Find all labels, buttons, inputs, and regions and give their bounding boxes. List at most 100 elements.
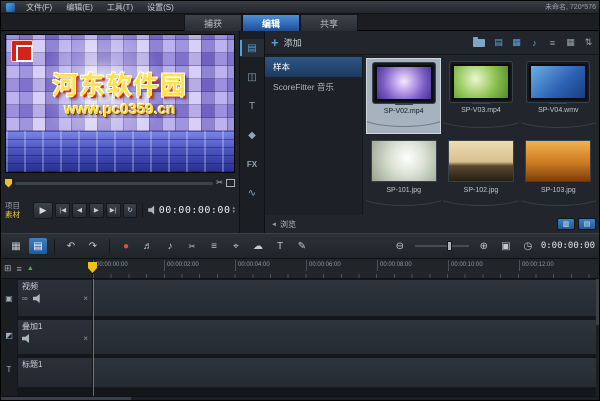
enlarge-preview-icon[interactable] bbox=[226, 179, 235, 187]
add-icon[interactable]: + bbox=[271, 36, 279, 49]
horizontal-scrollbar-thumb[interactable] bbox=[1, 397, 131, 400]
tab-capture[interactable]: 捕获 bbox=[184, 14, 242, 31]
fit-project-icon[interactable]: ▣ bbox=[497, 238, 515, 254]
stepper-down-icon[interactable]: ▾ bbox=[232, 210, 235, 215]
media-item-sp-v03[interactable]: SP-V03.mp4 bbox=[443, 58, 519, 134]
nav-media-icon[interactable]: ▤ bbox=[240, 39, 264, 57]
zoom-out-icon[interactable]: ⊖ bbox=[391, 238, 409, 254]
link-icon[interactable]: ∞ bbox=[22, 294, 28, 303]
filter-video-icon[interactable]: ▤ bbox=[492, 37, 505, 48]
category-scorefitter-music[interactable]: ScoreFitter 音乐 bbox=[265, 77, 362, 97]
record-capture-icon[interactable]: ● bbox=[117, 238, 135, 254]
scrub-track[interactable] bbox=[15, 181, 214, 185]
zoom-slider-handle[interactable] bbox=[446, 241, 452, 251]
nav-filter-icon[interactable]: FX bbox=[240, 155, 264, 173]
painting-creator-icon[interactable]: ✎ bbox=[293, 238, 311, 254]
preview-panel: 河东软件园 www.pc0359.cn ✂ 项目 素材 ▶ |◀ ◀ ▶ ▶| … bbox=[1, 31, 239, 233]
tab-share[interactable]: 共享 bbox=[300, 14, 358, 31]
menu-tools[interactable]: 工具(T) bbox=[101, 2, 139, 13]
zoom-slider[interactable] bbox=[414, 240, 469, 252]
end-button[interactable]: ▶| bbox=[105, 202, 121, 218]
folder-icon[interactable] bbox=[473, 36, 485, 47]
watermark-title: 河东软件园 bbox=[52, 71, 188, 100]
ruler-lane[interactable]: 00:00:00:00 00:00:02:00 00:00:04:00 00:0… bbox=[88, 259, 599, 278]
track-lane-overlay[interactable] bbox=[93, 319, 599, 355]
mode-clip-button[interactable]: 素材 bbox=[5, 211, 31, 219]
track-lane-video[interactable] bbox=[93, 279, 599, 317]
timeline-view-icon[interactable]: ▤ bbox=[29, 238, 47, 254]
divider bbox=[142, 203, 144, 217]
track-manager-icon[interactable]: ≡ bbox=[17, 264, 22, 274]
split-clip-toolbar-icon[interactable]: ✂ bbox=[183, 238, 201, 254]
scrub-handle[interactable] bbox=[5, 178, 12, 188]
ruler-label: 00:00:10:00 bbox=[448, 260, 519, 271]
duration-icon[interactable]: ◷ bbox=[519, 238, 537, 254]
redo-icon[interactable]: ↷ bbox=[84, 238, 102, 254]
ruler-label: 00:00:02:00 bbox=[164, 260, 235, 271]
mute-track-icon[interactable] bbox=[32, 294, 40, 303]
scroll-top-icon[interactable]: ▲ bbox=[27, 265, 34, 272]
list-view-icon[interactable]: ≡ bbox=[546, 38, 559, 48]
track-header-overlay[interactable]: 叠加1 × bbox=[17, 319, 93, 355]
gallery-view-button[interactable]: ▥ bbox=[557, 218, 575, 230]
thumbnail-view-icon[interactable]: ▦ bbox=[564, 37, 577, 48]
3d-title-icon[interactable]: T bbox=[271, 238, 289, 254]
horizontal-scrollbar[interactable] bbox=[1, 396, 599, 400]
track-header-title[interactable]: 标题1 bbox=[17, 357, 93, 388]
menu-edit[interactable]: 编辑(E) bbox=[60, 2, 99, 13]
carousel-arc bbox=[443, 116, 519, 128]
browse-button[interactable]: ◄ 浏览 bbox=[271, 219, 296, 230]
sort-icon[interactable]: ⇅ bbox=[582, 37, 595, 48]
next-frame-button[interactable]: ▶ bbox=[88, 202, 104, 218]
track-lane-title[interactable] bbox=[93, 357, 599, 388]
overlay-track-icon[interactable]: ◩ bbox=[1, 317, 17, 353]
video-track-icon[interactable]: ▣ bbox=[1, 279, 17, 317]
cloud-icon[interactable]: ☁ bbox=[249, 238, 267, 254]
menu-file[interactable]: 文件(F) bbox=[20, 2, 58, 13]
media-item-sp-103[interactable]: SP-103.jpg bbox=[520, 136, 596, 212]
tab-edit[interactable]: 编辑 bbox=[242, 14, 300, 31]
media-item-sp-v02[interactable]: SP-V02.mp4 bbox=[366, 58, 442, 134]
mute-track-icon[interactable] bbox=[22, 334, 29, 343]
add-track-icon[interactable]: ⊞ bbox=[4, 263, 12, 274]
media-item-sp-102[interactable]: SP-102.jpg bbox=[443, 136, 519, 212]
undo-icon[interactable]: ↶ bbox=[62, 238, 80, 254]
browse-arrow-icon: ◄ bbox=[271, 221, 277, 228]
motion-tracking-icon[interactable]: ⌖ bbox=[227, 238, 245, 254]
play-button[interactable]: ▶ bbox=[32, 201, 54, 219]
sound-mixer-icon[interactable]: ♬ bbox=[139, 238, 157, 254]
auto-music-icon[interactable]: ♪ bbox=[161, 238, 179, 254]
thumbnail-image bbox=[531, 66, 586, 98]
nav-motion-path-icon[interactable]: ∿ bbox=[240, 184, 264, 202]
disable-filter-icon[interactable]: × bbox=[83, 294, 88, 303]
volume-icon[interactable] bbox=[148, 205, 155, 215]
nav-graphic-icon[interactable]: ◆ bbox=[240, 126, 264, 144]
title-track-icon[interactable]: T bbox=[1, 353, 17, 386]
track-header-video[interactable]: 视频 ∞ × bbox=[17, 279, 93, 317]
media-item-sp-v04[interactable]: SP-V04.wmv bbox=[520, 58, 596, 134]
mode-project-button[interactable]: 项目 bbox=[5, 201, 31, 210]
zoom-in-icon[interactable]: ⊕ bbox=[475, 238, 493, 254]
home-button[interactable]: |◀ bbox=[55, 202, 71, 218]
zoom-slider-track bbox=[414, 245, 469, 247]
storyboard-view-icon[interactable]: ▦ bbox=[7, 238, 25, 254]
ruler-label: 00:00:12:00 bbox=[519, 260, 590, 271]
subtitle-editor-icon[interactable]: ≡ bbox=[205, 238, 223, 254]
nav-title-icon[interactable]: T bbox=[240, 97, 264, 115]
timecode-stepper[interactable]: ▴ ▾ bbox=[232, 206, 235, 215]
filter-photo-icon[interactable]: ▦ bbox=[510, 37, 523, 48]
vertical-scrollbar-thumb[interactable] bbox=[596, 279, 599, 325]
repeat-button[interactable]: ↻ bbox=[122, 202, 138, 218]
library-panel: + 添加 ▤ ▦ ♪ ≡ ▦ ⇅ 样本 ScoreFitter 音乐 SP-V0… bbox=[265, 31, 599, 233]
add-button[interactable]: 添加 bbox=[284, 36, 302, 49]
library-options-button[interactable]: ▤ bbox=[578, 218, 596, 230]
category-samples[interactable]: 样本 bbox=[265, 57, 362, 77]
filter-audio-icon[interactable]: ♪ bbox=[528, 38, 541, 48]
vertical-scrollbar[interactable] bbox=[596, 279, 599, 396]
previous-frame-button[interactable]: ◀ bbox=[72, 202, 87, 218]
nav-transition-icon[interactable]: ◫ bbox=[240, 68, 264, 86]
disable-filter-icon[interactable]: × bbox=[83, 334, 88, 343]
media-item-sp-101[interactable]: SP-101.jpg bbox=[366, 136, 442, 212]
split-clip-icon[interactable]: ✂ bbox=[216, 178, 223, 188]
menu-settings[interactable]: 设置(S) bbox=[141, 2, 180, 13]
